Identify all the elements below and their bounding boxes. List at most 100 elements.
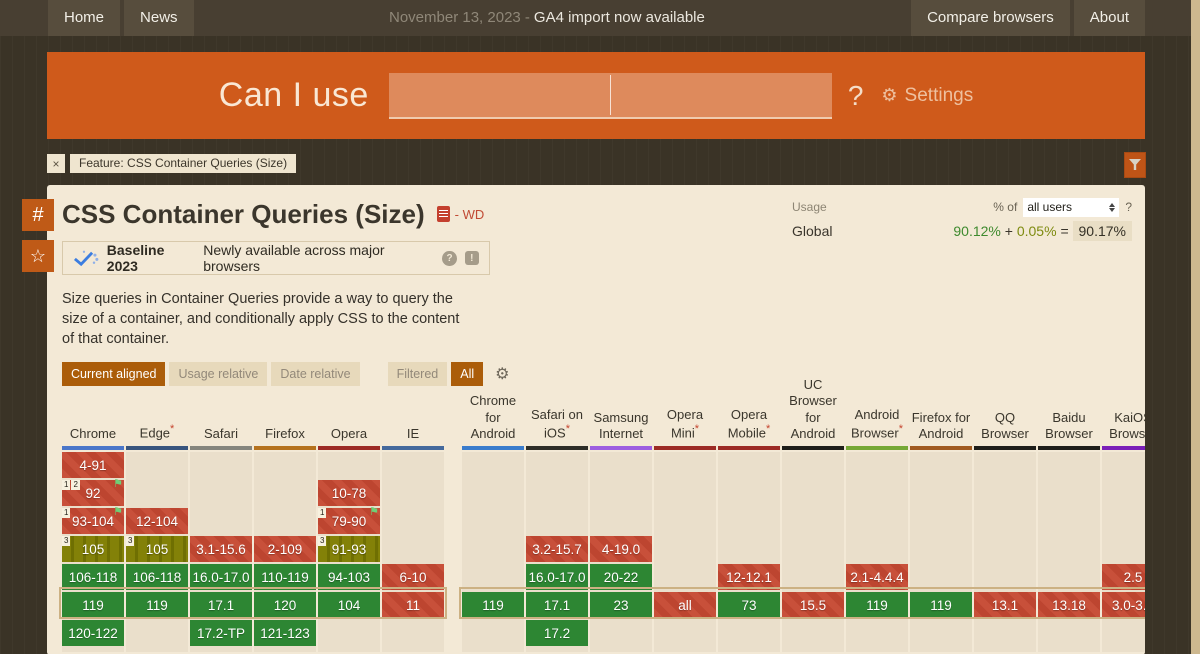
support-cell[interactable]: 17.2	[526, 620, 588, 646]
nav-about-button[interactable]: About	[1074, 0, 1145, 36]
browser-header[interactable]: Opera	[318, 394, 380, 446]
view-current-aligned-button[interactable]: Current aligned	[62, 362, 165, 386]
all-button[interactable]: All	[451, 362, 483, 386]
browser-column: IE 6-1011	[382, 394, 444, 652]
support-cell[interactable]: 119	[846, 592, 908, 618]
support-cell[interactable]: 1053	[126, 536, 188, 562]
support-cell[interactable]: 3.1-15.6	[190, 536, 252, 562]
baseline-feedback-icon[interactable]: !	[465, 251, 479, 265]
news-date: November 13, 2023 -	[389, 9, 530, 26]
support-cell[interactable]: 13.18	[1038, 592, 1100, 618]
support-cell[interactable]: 110-119	[254, 564, 316, 590]
support-cell[interactable]: 119	[62, 592, 124, 618]
support-cell[interactable]: 17.1	[526, 592, 588, 618]
browser-header[interactable]: KaiOS Browser	[1102, 394, 1145, 446]
nav-home-button[interactable]: Home	[48, 0, 120, 36]
browser-header[interactable]: Baidu Browser	[1038, 394, 1100, 446]
support-cell[interactable]: 12-104	[126, 508, 188, 534]
browser-color-bar	[654, 446, 716, 450]
support-cell[interactable]: 9212⚑	[62, 480, 124, 506]
page-scrollbar[interactable]	[1191, 0, 1200, 654]
support-cell[interactable]: 16.0-17.0	[190, 564, 252, 590]
browser-header[interactable]: QQ Browser	[974, 394, 1036, 446]
support-cell[interactable]: 120-122	[62, 620, 124, 646]
nav-news-button[interactable]: News	[124, 0, 194, 36]
browser-header[interactable]: IE	[382, 394, 444, 446]
usage-help-icon[interactable]: ?	[1125, 200, 1132, 214]
browser-header[interactable]: Opera Mini*	[654, 394, 716, 446]
support-cell[interactable]: 120	[254, 592, 316, 618]
view-date-relative-button[interactable]: Date relative	[271, 362, 359, 386]
table-settings-gear-icon[interactable]: ⚙	[495, 364, 509, 384]
mobile-browsers-group: Chrome for Android 119 Safari on iOS* 3.2-1…	[462, 394, 1145, 652]
support-cell[interactable]: 119	[910, 592, 972, 618]
close-icon[interactable]: ×	[47, 154, 65, 173]
support-cell[interactable]: 119	[126, 592, 188, 618]
support-cell[interactable]: 17.1	[190, 592, 252, 618]
support-cell[interactable]: 93-1041⚑	[62, 508, 124, 534]
favorite-star-button[interactable]: ☆	[22, 240, 54, 272]
support-cell[interactable]: 119	[462, 592, 524, 618]
filter-button[interactable]	[1124, 152, 1146, 178]
browser-header[interactable]: Chrome for Android	[462, 394, 524, 446]
support-cell[interactable]: 17.2-TP	[190, 620, 252, 646]
support-cell[interactable]: 2.1-4.4.4	[846, 564, 908, 590]
browser-version-list: 13.1	[974, 452, 1036, 652]
support-cell[interactable]: 4-91	[62, 452, 124, 478]
support-cell[interactable]: 10-78	[318, 480, 380, 506]
support-cell[interactable]: 79-901⚑	[318, 508, 380, 534]
support-cell[interactable]: 104	[318, 592, 380, 618]
support-cell[interactable]: 13.1	[974, 592, 1036, 618]
nav-compare-browsers-button[interactable]: Compare browsers	[911, 0, 1070, 36]
support-cell[interactable]: 2-109	[254, 536, 316, 562]
support-cell[interactable]: 20-22	[590, 564, 652, 590]
support-cell[interactable]: 121-123	[254, 620, 316, 646]
support-cell[interactable]: 4-19.0	[590, 536, 652, 562]
browser-header[interactable]: Samsung Internet	[590, 394, 652, 446]
support-cell[interactable]: 106-118	[62, 564, 124, 590]
browser-color-bar	[62, 446, 124, 450]
support-cell[interactable]: 1053	[62, 536, 124, 562]
usage-select[interactable]: all users	[1023, 198, 1119, 217]
browser-header[interactable]: Chrome	[62, 394, 124, 446]
browser-header[interactable]: Opera Mobile*	[718, 394, 780, 446]
baseline-help-icon[interactable]: ?	[442, 251, 456, 266]
browser-header[interactable]: Android Browser*	[846, 394, 908, 446]
support-cell[interactable]: 2.5	[1102, 564, 1145, 590]
browser-column: Opera Mobile* 12-12.173	[718, 394, 780, 652]
browser-header[interactable]: Firefox	[254, 394, 316, 446]
spec-document-icon[interactable]	[437, 206, 450, 222]
browser-header[interactable]: Safari	[190, 394, 252, 446]
feature-description: Size queries in Container Queries provid…	[62, 289, 466, 349]
browser-header[interactable]: Edge*	[126, 394, 188, 446]
support-cell[interactable]: 91-933	[318, 536, 380, 562]
support-cell[interactable]: 23	[590, 592, 652, 618]
support-cell[interactable]: 3.2-15.7	[526, 536, 588, 562]
support-cell[interactable]: 12-12.1	[718, 564, 780, 590]
gear-icon[interactable]: ⚙	[881, 85, 897, 106]
view-usage-relative-button[interactable]: Usage relative	[169, 362, 267, 386]
browser-header[interactable]: Safari on iOS*	[526, 394, 588, 446]
browser-header[interactable]: UC Browser for Android	[782, 394, 844, 446]
support-cell[interactable]: 106-118	[126, 564, 188, 590]
support-cell[interactable]: 16.0-17.0	[526, 564, 588, 590]
support-cell[interactable]: 94-103	[318, 564, 380, 590]
filtered-button[interactable]: Filtered	[388, 362, 448, 386]
settings-button[interactable]: Settings	[905, 85, 974, 107]
support-cell[interactable]: 73	[718, 592, 780, 618]
browser-column: Samsung Internet 4-19.020-2223	[590, 394, 652, 652]
support-cell[interactable]: 15.5	[782, 592, 844, 618]
permalink-hash-button[interactable]: #	[22, 199, 54, 231]
support-cell[interactable]: all	[654, 592, 716, 618]
search-help-icon[interactable]: ?	[848, 80, 864, 112]
browser-header[interactable]: Firefox for Android	[910, 394, 972, 446]
usage-total-percent: 90.17%	[1073, 221, 1132, 241]
plus-sign: +	[1005, 223, 1013, 239]
global-label: Global	[792, 223, 832, 239]
support-cell[interactable]: 11	[382, 592, 444, 618]
support-cell[interactable]: 3.0-3.1	[1102, 592, 1145, 618]
search-input[interactable]	[389, 73, 832, 117]
spec-status[interactable]: - WD	[455, 207, 485, 222]
support-cell[interactable]: 6-10	[382, 564, 444, 590]
news-link[interactable]: GA4 import now available	[534, 9, 705, 26]
